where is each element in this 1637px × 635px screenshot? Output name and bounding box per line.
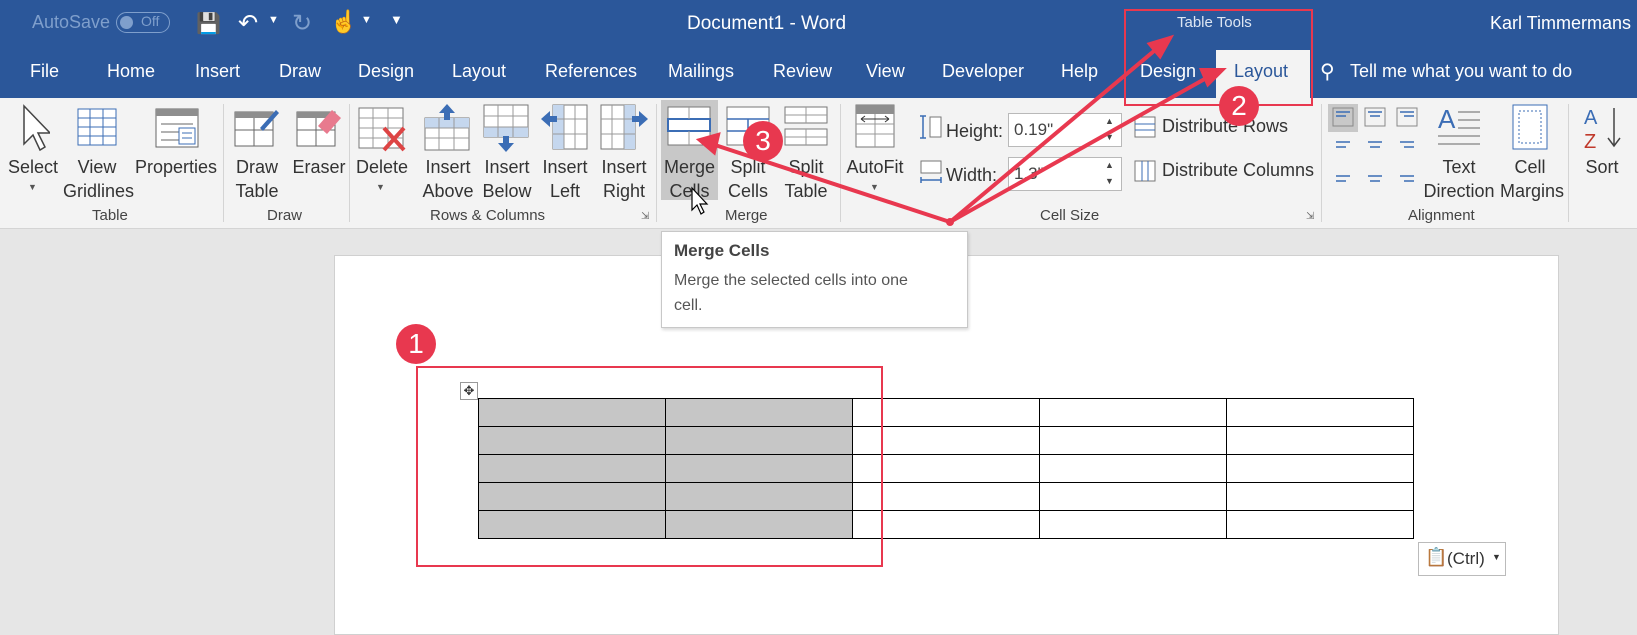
callout-badge-3: 3: [743, 121, 783, 161]
callout-badge-2: 2: [1219, 86, 1259, 126]
mouse-cursor-icon: [691, 186, 709, 215]
callout-badge-1: 1: [396, 324, 436, 364]
annotation-arrows: [695, 34, 1227, 226]
